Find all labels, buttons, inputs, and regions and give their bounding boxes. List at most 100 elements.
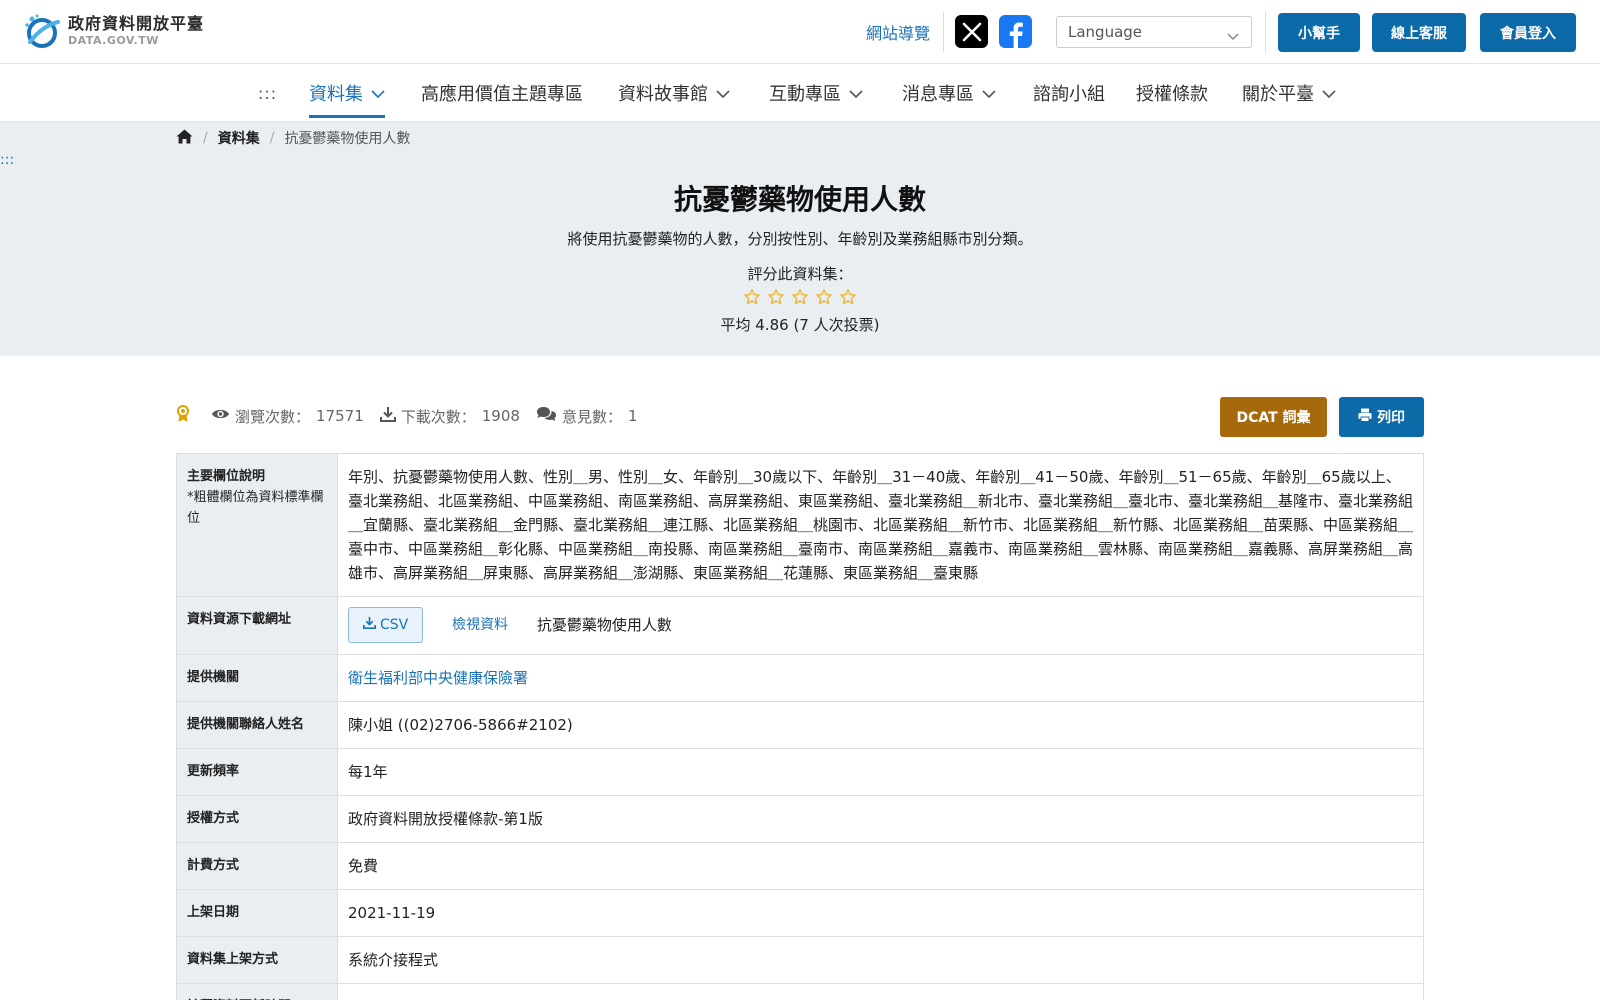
views-count: 17571	[316, 407, 364, 425]
row-header: 主要欄位說明 *粗體欄位為資料標準欄位	[177, 454, 337, 596]
nav-item-label: 資料集	[309, 84, 363, 105]
breadcrumb: / 資料集 / 抗憂鬱藥物使用人數	[176, 128, 410, 148]
row-header: 授權方式	[177, 796, 337, 842]
resource-name: 抗憂鬱藥物使用人數	[536, 616, 672, 634]
nav-item-license[interactable]: 授權條款	[1136, 64, 1208, 122]
downloads-stat: 下載次數： 1908	[379, 406, 520, 427]
print-button[interactable]: 列印	[1339, 397, 1424, 437]
table-row: 上架日期 2021-11-19	[177, 890, 1423, 937]
table-row: 主要欄位說明 *粗體欄位為資料標準欄位 年別、抗憂鬱藥物使用人數、性別＿男、性別…	[177, 454, 1423, 597]
rating-stars	[0, 288, 1600, 306]
breadcrumb-datasets[interactable]: 資料集	[218, 128, 260, 148]
downloads-count: 1908	[481, 407, 520, 425]
nav-item-high-value[interactable]: 高應用價值主題專區	[421, 64, 583, 122]
nav-item-datasets[interactable]: 資料集	[309, 64, 385, 122]
nav-item-label: 關於平臺	[1242, 84, 1314, 105]
view-data-link[interactable]: 檢視資料	[452, 617, 508, 633]
x-twitter-icon[interactable]	[955, 15, 988, 48]
rating-average: 平均 4.86 (7 人次投票)	[720, 316, 880, 334]
comments-icon	[536, 406, 562, 426]
divider	[1265, 12, 1266, 52]
row-header: 上架日期	[177, 890, 337, 936]
contact-value: 陳小姐 ((02)2706-5866#2102)	[337, 702, 1423, 748]
main-nav: ::: 資料集 高應用價值主題專區 資料故事館 互動專區 消息專區 諮詢小組 授…	[0, 64, 1600, 122]
chevron-down-icon	[716, 83, 730, 104]
row-header: 提供機關	[177, 655, 337, 701]
csv-download-button[interactable]: CSV	[348, 607, 424, 643]
table-row: 提供機關聯絡人姓名 陳小姐 ((02)2706-5866#2102)	[177, 702, 1423, 749]
online-support-button[interactable]: 線上客服	[1372, 13, 1466, 52]
provider-cell: 衛生福利部中央健康保險署	[337, 655, 1423, 701]
page-title: 抗憂鬱藥物使用人數	[673, 183, 926, 216]
table-row: 更新頻率 每1年	[177, 749, 1423, 796]
table-row: 授權方式 政府資料開放授權條款-第1版	[177, 796, 1423, 843]
dataset-hero: / 資料集 / 抗憂鬱藥物使用人數 ::: 抗憂鬱藥物使用人數 將使用抗憂鬱藥物…	[0, 122, 1600, 356]
dataset-description: 將使用抗憂鬱藥物的人數，分別按性別、年齡別及業務組縣市別分類。	[567, 230, 1033, 248]
table-row: 提供機關 衛生福利部中央健康保險署	[177, 655, 1423, 702]
nav-item-about[interactable]: 關於平臺	[1242, 64, 1336, 122]
breadcrumb-separator: /	[203, 130, 208, 146]
star-icon[interactable]	[839, 288, 857, 306]
csv-label: CSV	[380, 617, 409, 633]
table-row: 資料集上架方式 系統介接程式	[177, 937, 1423, 984]
nav-item-stories[interactable]: 資料故事館	[618, 64, 730, 122]
sitemap-link[interactable]: 網站導覽	[866, 20, 930, 44]
chevron-down-icon	[1322, 83, 1336, 104]
award-badge-icon	[176, 405, 195, 427]
facebook-icon[interactable]	[999, 15, 1032, 48]
divider	[943, 12, 944, 52]
frequency-value: 每1年	[337, 749, 1423, 795]
logo-subtitle: DATA.GOV.TW	[68, 34, 159, 47]
helper-button[interactable]: 小幫手	[1278, 13, 1360, 52]
comments-label: 意見數：	[561, 407, 622, 426]
row-header: 更新頻率	[177, 749, 337, 795]
home-icon[interactable]	[176, 129, 193, 148]
views-label: 瀏覽次數：	[235, 407, 311, 426]
eye-icon	[211, 407, 235, 425]
nav-item-news[interactable]: 消息專區	[902, 64, 996, 122]
rating-label: 評分此資料集：	[747, 265, 853, 283]
table-row: 詮釋資料更新時間 2025-09-18 17:20	[177, 984, 1423, 1000]
views-stat: 瀏覽次數： 17571	[211, 406, 364, 427]
content-accesskey[interactable]: :::	[0, 152, 14, 168]
nav-item-label: 消息專區	[902, 84, 974, 105]
star-icon[interactable]	[743, 288, 761, 306]
star-icon[interactable]	[815, 288, 833, 306]
breadcrumb-current: 抗憂鬱藥物使用人數	[284, 131, 411, 147]
fields-note: *粗體欄位為資料標準欄位	[187, 490, 324, 526]
print-label: 列印	[1377, 410, 1405, 426]
badge-stat	[176, 405, 195, 427]
nav-item-label: 資料故事館	[618, 84, 708, 105]
nav-accesskey[interactable]: :::	[258, 84, 277, 103]
download-icon	[379, 406, 401, 426]
member-login-button[interactable]: 會員登入	[1480, 13, 1576, 52]
star-icon[interactable]	[791, 288, 809, 306]
star-icon[interactable]	[767, 288, 785, 306]
table-row: 計費方式 免費	[177, 843, 1423, 890]
fields-value: 年別、抗憂鬱藥物使用人數、性別＿男、性別＿女、年齡別＿30歲以下、年齡別＿31－…	[337, 454, 1423, 596]
nav-item-advisory[interactable]: 諮詢小組	[1033, 64, 1105, 122]
logo-title: 政府資料開放平臺	[68, 14, 205, 33]
chevron-down-icon	[982, 83, 996, 104]
chevron-down-icon	[371, 83, 385, 104]
method-value: 系統介接程式	[337, 937, 1423, 983]
download-cell: CSV 檢視資料 抗憂鬱藥物使用人數	[337, 597, 1423, 654]
nav-item-label: 高應用價值主題專區	[421, 84, 583, 105]
language-select[interactable]: Language	[1056, 16, 1252, 48]
dcat-vocabulary-button[interactable]: DCAT 詞彙	[1220, 397, 1327, 437]
comments-count: 1	[627, 407, 638, 425]
nav-item-label: 授權條款	[1136, 84, 1208, 105]
published-value: 2021-11-19	[337, 890, 1423, 936]
downloads-label: 下載次數：	[400, 407, 476, 426]
table-row: 資料資源下載網址 CSV 檢視資料 抗憂鬱藥物使用人數	[177, 597, 1423, 655]
site-logo[interactable]: 政府資料開放平臺 DATA.GOV.TW	[22, 12, 204, 50]
row-header: 計費方式	[177, 843, 337, 889]
site-header: 政府資料開放平臺 DATA.GOV.TW 網站導覽 Language 小幫手 線…	[0, 0, 1600, 64]
provider-link[interactable]: 衛生福利部中央健康保險署	[348, 669, 528, 687]
nav-item-interactive[interactable]: 互動專區	[769, 64, 863, 122]
language-placeholder: Language	[1068, 23, 1143, 41]
metadata-table: 主要欄位說明 *粗體欄位為資料標準欄位 年別、抗憂鬱藥物使用人數、性別＿男、性別…	[176, 453, 1424, 1000]
download-icon	[363, 613, 380, 637]
meta-updated-value: 2025-09-18 17:20	[337, 984, 1423, 1000]
breadcrumb-separator: /	[269, 130, 275, 146]
